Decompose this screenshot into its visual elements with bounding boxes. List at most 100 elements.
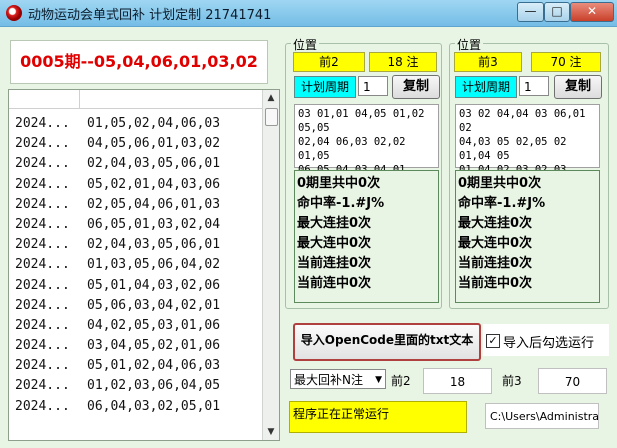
list-item-date: 2024...: [15, 116, 70, 131]
plan-period-button-front2[interactable]: 计划周期: [294, 76, 356, 98]
count-badge-front2: 18 注: [369, 52, 437, 72]
list-item-numbers: 05,06,03,04,02,01: [87, 297, 221, 313]
list-item[interactable]: 2024... 04,02,05,03,01,06: [9, 316, 263, 336]
list-item[interactable]: 2024... 05,01,04,03,02,06: [9, 276, 263, 296]
list-item-numbers: 06,04,03,02,05,01: [87, 398, 221, 414]
list-item-numbers: 06,05,01,03,02,04: [87, 216, 221, 232]
stats-box-front2: 0期里共中0次 命中率-1.#J% 最大连挂0次 最大连中0次 当前连挂0次 当前连中0次: [294, 170, 439, 303]
list-item-numbers: 03,04,05,02,01,06: [87, 338, 221, 354]
list-item[interactable]: 2024... 06,05,01,03,02,04: [9, 215, 263, 235]
front2-input[interactable]: 18: [423, 368, 492, 394]
position-group-label: 位置: [291, 36, 320, 53]
position-badge-front2: 前2: [293, 52, 365, 72]
codes-box-front3[interactable]: 03 02 04,04 03 06,01 02 04,03 05 02,05 02…: [455, 104, 600, 218]
list-item[interactable]: 2024... 01,05,02,04,06,03: [9, 114, 263, 134]
list-item-date: 2024...: [15, 196, 70, 212]
stat-line: 命中率-1.#J%: [297, 196, 385, 211]
code-line: 04,03 05 02,05 02 01,04 05: [459, 136, 567, 162]
front3-input[interactable]: 70: [538, 368, 607, 394]
stat-line: 命中率-1.#J%: [458, 196, 546, 211]
list-item-date: 2024...: [15, 156, 70, 172]
minimize-button[interactable]: —: [517, 2, 544, 22]
list-item[interactable]: 2024... 04,05,06,01,03,02: [9, 134, 263, 154]
list-item-numbers: 01,02,03,06,04,05: [87, 378, 221, 394]
list-item[interactable]: 2024... 01,03,05,06,04,02: [9, 255, 263, 275]
list-item-numbers: 05,02,01,04,03,06: [87, 176, 221, 192]
list-item-numbers: 05,01,04,03,02,06: [87, 277, 221, 293]
list-scrollbar[interactable]: ▲ ▼: [262, 90, 279, 440]
history-list[interactable]: 2024... 01,05,02,04,06,03 2024... 04,05,06,…: [8, 89, 280, 441]
list-item-date: 2024...: [15, 216, 70, 232]
stat-line: 当前连挂0次: [458, 256, 533, 271]
list-item-numbers: 02,05,04,06,01,03: [87, 196, 221, 212]
list-item[interactable]: 2024... 01,02,03,06,04,05: [9, 376, 263, 396]
auto-run-label: 导入后勾选运行: [503, 336, 595, 351]
main-window: 0005期--05,04,06,01,03,02 2024... 01,05,02…: [2, 27, 615, 446]
auto-run-checkbox[interactable]: ✓: [486, 334, 500, 348]
max-fill-select-value: 最大回补N注: [294, 373, 363, 387]
code-line: 02,04 06,03 02,02 01,05: [298, 136, 406, 162]
close-button[interactable]: ✕: [570, 2, 614, 22]
list-item-numbers: 04,02,05,03,01,06: [87, 317, 221, 333]
list-item-numbers: 05,01,02,04,06,03: [87, 358, 221, 374]
period-display-box: 0005期--05,04,06,01,03,02: [10, 40, 268, 84]
list-item[interactable]: 2024... 03,04,05,02,01,06: [9, 336, 263, 356]
front2-label: 前2: [391, 374, 411, 388]
stat-line: 当前连中0次: [297, 276, 372, 291]
list-header: [9, 90, 263, 109]
list-item-date: 2024...: [15, 297, 70, 313]
stat-line: 最大连挂0次: [297, 216, 372, 231]
plan-period-input-front3[interactable]: 1: [519, 76, 549, 96]
list-header-col-date[interactable]: [9, 90, 80, 108]
maximize-button[interactable]: □: [544, 2, 570, 22]
list-item-numbers: 02,04,03,05,06,01: [87, 237, 221, 253]
list-item-date: 2024...: [15, 136, 70, 152]
stats-box-front3: 0期里共中0次 命中率-1.#J% 最大连挂0次 最大连中0次 当前连挂0次 当前连中0次: [455, 170, 600, 303]
max-fill-select[interactable]: 最大回补N注 ▼: [290, 369, 386, 389]
list-item[interactable]: 2024... 02,04,03,05,06,01: [9, 154, 263, 174]
title-bar: 动物运动会单式回补 计划定制 21741741 — □ ✕: [0, 0, 617, 27]
list-item[interactable]: 2024... 02,05,04,06,01,03: [9, 195, 263, 215]
copy-button-front3[interactable]: 复制: [554, 75, 602, 99]
stat-line: 最大连挂0次: [458, 216, 533, 231]
list-item-date: 2024...: [15, 338, 70, 354]
scroll-up-icon[interactable]: ▲: [263, 90, 279, 106]
stat-line: 最大连中0次: [458, 236, 533, 251]
stat-line: 0期里共中0次: [458, 176, 542, 191]
stat-line: 当前连中0次: [458, 276, 533, 291]
scroll-thumb[interactable]: [265, 108, 278, 126]
chevron-down-icon: ▼: [375, 375, 382, 385]
import-opencode-button[interactable]: 导入OpenCode里面的txt文本: [293, 323, 481, 361]
front3-label: 前3: [502, 374, 522, 388]
position-badge-front3: 前3: [454, 52, 522, 72]
list-item[interactable]: 2024... 05,01,02,04,06,03: [9, 356, 263, 376]
codes-box-front2[interactable]: 03 01,01 04,05 01,02 05,05 02,04 06,03 02…: [294, 104, 439, 218]
list-item-numbers: 01,03,05,06,04,02: [87, 257, 221, 273]
path-field[interactable]: C:\Users\Administra: [485, 403, 599, 429]
list-item-date: 2024...: [15, 378, 70, 394]
stat-line: 当前连挂0次: [297, 256, 372, 271]
count-badge-front3: 70 注: [531, 52, 601, 72]
list-item-date: 2024...: [15, 277, 70, 293]
list-item[interactable]: 2024... 05,02,01,04,03,06: [9, 175, 263, 195]
plan-period-button-front3[interactable]: 计划周期: [455, 76, 517, 98]
window-title: 动物运动会单式回补 计划定制 21741741: [28, 8, 272, 23]
list-item[interactable]: 2024... 06,04,03,02,05,01: [9, 397, 263, 417]
plan-period-input-front2[interactable]: 1: [358, 76, 388, 96]
stat-line: 最大连中0次: [297, 236, 372, 251]
list-rows: 2024... 01,05,02,04,06,03 2024... 04,05,06,…: [9, 114, 263, 417]
list-item[interactable]: 2024... 02,04,03,05,06,01: [9, 235, 263, 255]
position-group-label: 位置: [455, 36, 484, 53]
scroll-down-icon[interactable]: ▼: [263, 424, 279, 440]
list-item-numbers: 02,04,03,05,06,01: [87, 156, 221, 172]
stat-line: 0期里共中0次: [297, 176, 381, 191]
list-item[interactable]: 2024... 05,06,03,04,02,01: [9, 296, 263, 316]
app-icon: [6, 5, 22, 21]
list-item-numbers: 04,05,06,01,03,02: [87, 136, 221, 152]
list-item-numbers: 01,05,02,04,06,03: [87, 116, 221, 131]
list-item-date: 2024...: [15, 317, 70, 333]
code-line: 03 01,01 04,05 01,02 05,05: [298, 108, 425, 134]
list-item-date: 2024...: [15, 237, 70, 253]
list-item-date: 2024...: [15, 176, 70, 192]
copy-button-front2[interactable]: 复制: [392, 75, 440, 99]
